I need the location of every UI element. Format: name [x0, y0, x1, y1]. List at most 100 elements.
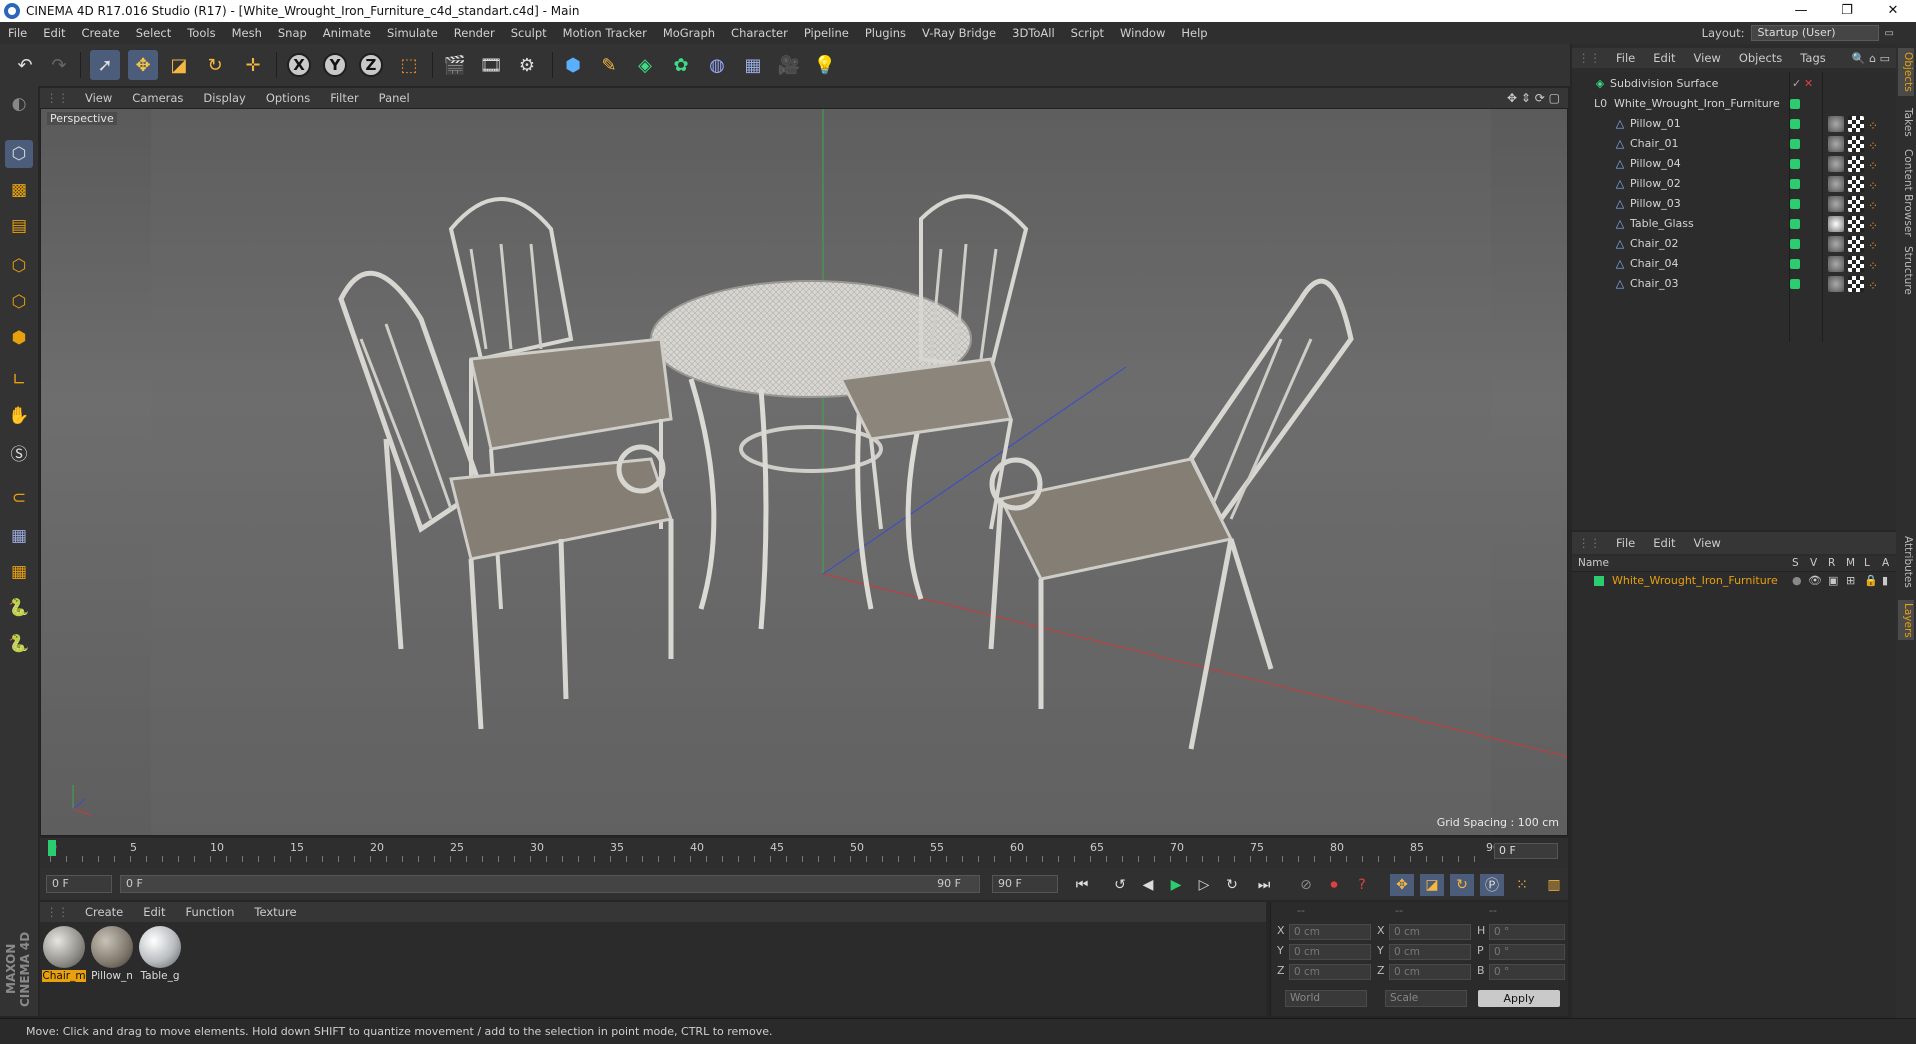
uvw-tag-icon[interactable] [1848, 136, 1864, 152]
position-y-field[interactable]: 0 cm [1289, 944, 1371, 960]
phong-tag-icon[interactable]: ⁘ [1868, 256, 1884, 273]
objects-menu-view[interactable]: View [1685, 51, 1730, 65]
checkmark-icon[interactable]: ✓ [1792, 74, 1801, 94]
phong-tag-icon[interactable]: ⁘ [1868, 116, 1884, 133]
rotation-h-field[interactable]: 0 ° [1489, 924, 1565, 940]
uvw-tag-icon[interactable] [1848, 276, 1864, 292]
edges-mode-icon[interactable]: ⬡ [5, 288, 33, 316]
go-to-start-icon[interactable]: ⏮ [1070, 874, 1094, 896]
close-button[interactable]: ✕ [1870, 0, 1916, 22]
next-frame-icon[interactable]: ▷ [1192, 874, 1216, 896]
layers-menu-edit[interactable]: Edit [1644, 536, 1684, 550]
python-script-2-icon[interactable]: 🐍 [5, 630, 33, 658]
layer-render-icon[interactable]: ▣ [1828, 572, 1838, 590]
snap-icon[interactable]: Ⓢ [5, 438, 33, 466]
material-menu-edit[interactable]: Edit [133, 905, 175, 919]
menu-mesh[interactable]: Mesh [224, 26, 270, 40]
layers-menu-view[interactable]: View [1685, 536, 1730, 550]
layer-color-swatch[interactable] [1790, 159, 1800, 169]
tab-takes[interactable]: Takes [1898, 104, 1914, 140]
tree-item-pillow-03[interactable]: △ Pillow_03 ⁘ [1572, 194, 1896, 214]
phong-tag-icon[interactable]: ⁘ [1868, 216, 1884, 233]
menu-window[interactable]: Window [1112, 26, 1173, 40]
apply-button[interactable]: Apply [1478, 990, 1560, 1007]
live-selection-icon[interactable]: ➚ [90, 50, 120, 80]
recent-tools-icon[interactable]: ✛ [238, 50, 268, 80]
size-mode-dropdown[interactable]: Scale [1385, 990, 1467, 1007]
layer-color-swatch[interactable] [1790, 179, 1800, 189]
menu-render[interactable]: Render [446, 26, 503, 40]
tree-item-chair-04[interactable]: △ Chair_04 ⁘ [1572, 254, 1896, 274]
objects-menu-tags[interactable]: Tags [1791, 51, 1834, 65]
uvw-tag-icon[interactable] [1848, 156, 1864, 172]
layer-color-swatch[interactable] [1790, 99, 1800, 109]
axis-mode-icon[interactable]: ∟ [5, 366, 33, 394]
menu-tools[interactable]: Tools [179, 26, 223, 40]
uvw-tag-icon[interactable] [1848, 256, 1864, 272]
viewport-menu-filter[interactable]: Filter [320, 91, 368, 105]
render-picture-viewer-icon[interactable]: 🎞 [476, 50, 506, 80]
uvw-tag-icon[interactable] [1848, 236, 1864, 252]
size-z-field[interactable]: 0 cm [1389, 964, 1471, 980]
tab-content-browser[interactable]: Content Browser [1898, 148, 1914, 238]
menu-help[interactable]: Help [1173, 26, 1215, 40]
position-z-field[interactable]: 0 cm [1289, 964, 1371, 980]
object-manager-search-icons[interactable]: 🔍 ⌂ ▭ [1852, 52, 1890, 65]
phong-tag-icon[interactable]: ⁘ [1868, 176, 1884, 193]
tree-item-chair-02[interactable]: △ Chair_02 ⁘ [1572, 234, 1896, 254]
layer-color-swatch[interactable] [1790, 139, 1800, 149]
tab-attributes[interactable]: Attributes [1898, 532, 1914, 592]
move-tool-icon[interactable]: ✥ [128, 50, 158, 80]
planar-workplane-icon[interactable]: ▦ [5, 558, 33, 586]
objects-menu-edit[interactable]: Edit [1644, 51, 1684, 65]
viewport-menu-view[interactable]: View [75, 91, 122, 105]
workplane-mode-icon[interactable]: ▤ [5, 212, 33, 240]
tree-item-subdivision-surface[interactable]: ◈ Subdivision Surface ✓ ✕ [1572, 74, 1896, 94]
mograph-cloner-icon[interactable]: ✿ [666, 50, 696, 80]
polygons-mode-icon[interactable]: ⬢ [5, 324, 33, 352]
menu-mograph[interactable]: MoGraph [655, 26, 723, 40]
phong-tag-icon[interactable]: ⁘ [1868, 276, 1884, 293]
menu-plugins[interactable]: Plugins [857, 26, 914, 40]
tree-item-pillow-04[interactable]: △ Pillow_04 ⁘ [1572, 154, 1896, 174]
autokeying-icon[interactable]: ⏺ [1322, 874, 1346, 896]
phong-tag-icon[interactable]: ⁘ [1868, 156, 1884, 173]
play-forward-icon[interactable]: ▶ [1164, 874, 1188, 896]
phong-tag-icon[interactable]: ⁘ [1868, 196, 1884, 213]
scale-tool-icon[interactable]: ◪ [164, 50, 194, 80]
texture-mode-icon[interactable]: ▩ [5, 176, 33, 204]
menu-vray-bridge[interactable]: V-Ray Bridge [914, 26, 1004, 40]
rotation-b-field[interactable]: 0 ° [1489, 964, 1565, 980]
python-script-icon[interactable]: 🐍 [5, 594, 33, 622]
menu-file[interactable]: File [0, 26, 35, 40]
tab-objects[interactable]: Objects [1898, 48, 1914, 96]
floor-scene-icon[interactable]: ▦ [738, 50, 768, 80]
menu-pipeline[interactable]: Pipeline [796, 26, 857, 40]
current-frame-field[interactable]: 0 F [1494, 843, 1558, 859]
objects-menu-file[interactable]: File [1607, 51, 1644, 65]
layer-color-swatch[interactable] [1790, 259, 1800, 269]
layer-view-icon[interactable]: 👁 [1808, 572, 1822, 590]
keyframe-selection-icon[interactable]: ? [1350, 874, 1374, 896]
material-tag-icon[interactable] [1828, 156, 1844, 172]
key-parameter-icon[interactable]: Ⓟ [1480, 874, 1504, 896]
tree-item-table-glass[interactable]: △ Table_Glass ⁘ [1572, 214, 1896, 234]
layer-color-swatch[interactable] [1790, 279, 1800, 289]
layer-color-swatch[interactable] [1790, 239, 1800, 249]
tree-item-pillow-01[interactable]: △ Pillow_01 ⁘ [1572, 114, 1896, 134]
x-axis-lock-button[interactable]: X [284, 50, 314, 80]
material-table-glass[interactable]: Table_g [138, 926, 182, 984]
material-pillow[interactable]: Pillow_n [90, 926, 134, 984]
record-keys-icon[interactable]: ⊘ [1294, 874, 1318, 896]
layout-dropdown[interactable]: Startup (User) [1750, 25, 1879, 41]
material-menu-create[interactable]: Create [75, 905, 133, 919]
menu-edit[interactable]: Edit [35, 26, 73, 40]
phong-tag-icon[interactable]: ⁘ [1868, 236, 1884, 253]
tree-item-chair-03[interactable]: △ Chair_03 ⁘ [1572, 274, 1896, 294]
rotate-tool-icon[interactable]: ↻ [200, 50, 230, 80]
light-icon[interactable]: 💡 [810, 50, 840, 80]
material-tag-icon[interactable] [1828, 196, 1844, 212]
viewport-menu-cameras[interactable]: Cameras [122, 91, 193, 105]
start-frame-field[interactable]: 0 F [46, 875, 112, 893]
key-scale-icon[interactable]: ◪ [1420, 874, 1444, 896]
